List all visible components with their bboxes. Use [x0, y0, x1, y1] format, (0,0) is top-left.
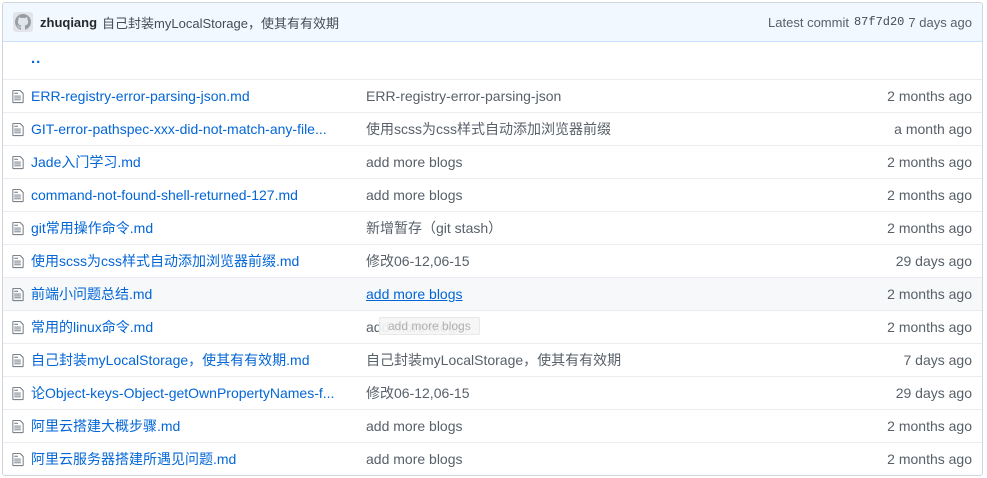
- file-age: a month ago: [894, 121, 972, 137]
- file-row: 阿里云服务器搭建所遇见问题.md add more blogs 2 months a…: [3, 442, 982, 475]
- file-text-icon: [12, 254, 24, 269]
- file-row: 自己封装myLocalStorage，使其有有效期.md 自己封装myLocalS…: [3, 343, 982, 376]
- file-row: 常用的linux命令.md add more blogs 2 months ago a…: [3, 310, 982, 343]
- commit-message-link[interactable]: 使用scss为css样式自动添加浏览器前缀: [366, 121, 611, 137]
- commit-message-link[interactable]: 修改06-12,06-15: [366, 385, 470, 401]
- file-commit-message: 新增暂存（git stash）: [366, 218, 786, 238]
- file-commit-message: add more blogs: [366, 418, 786, 434]
- file-commit-message: add more blogs: [366, 451, 786, 467]
- file-row: ERR-registry-error-parsing-json.md ERR-re…: [3, 79, 982, 112]
- commit-message-link[interactable]: add more blogs: [366, 319, 463, 335]
- file-text-icon: [12, 353, 24, 368]
- commit-message-link[interactable]: add more blogs: [366, 154, 463, 170]
- file-text-icon: [12, 452, 24, 467]
- file-commit-message: add more blogs: [366, 154, 786, 170]
- file-age: 2 months ago: [887, 286, 972, 302]
- file-row: 使用scss为css样式自动添加浏览器前缀.md 修改06-12,06-15 29 …: [3, 244, 982, 277]
- github-avatar-icon: [15, 14, 31, 30]
- file-text-icon: [12, 89, 24, 104]
- file-age: 2 months ago: [887, 319, 972, 335]
- file-commit-message: add more blogs: [366, 187, 786, 203]
- file-text-icon: [12, 155, 24, 170]
- file-age: 7 days ago: [903, 352, 973, 368]
- file-row: Jade入门学习.md add more blogs 2 months ago: [3, 145, 982, 178]
- file-name-link[interactable]: git常用操作命令.md: [31, 218, 353, 238]
- commit-age: 7 days ago: [908, 14, 972, 30]
- file-name-link[interactable]: ERR-registry-error-parsing-json.md: [31, 88, 353, 104]
- file-commit-message: add more blogs: [366, 319, 786, 335]
- file-age: 2 months ago: [887, 154, 972, 170]
- file-row: command-not-found-shell-returned-127.md a…: [3, 178, 982, 211]
- file-commit-message: 修改06-12,06-15: [366, 383, 786, 403]
- commit-message-link[interactable]: 修改06-12,06-15: [366, 253, 470, 269]
- file-commit-message: 修改06-12,06-15: [366, 251, 786, 271]
- file-age: 2 months ago: [887, 220, 972, 236]
- commit-message-link[interactable]: add more blogs: [366, 187, 463, 203]
- file-age: 29 days ago: [895, 253, 972, 269]
- commit-author[interactable]: zhuqiang: [40, 15, 97, 30]
- file-list: ERR-registry-error-parsing-json.md ERR-re…: [3, 79, 982, 475]
- file-row: GIT-error-pathspec-xxx-did-not-match-any…: [3, 112, 982, 145]
- file-text-icon: [12, 221, 24, 236]
- commit-message-link[interactable]: add more blogs: [366, 418, 463, 434]
- commit-message[interactable]: 自己封装myLocalStorage，使其有有效期: [102, 13, 339, 32]
- commit-message-link[interactable]: 自己封装myLocalStorage，使其有有效期: [366, 352, 621, 368]
- commit-message-link[interactable]: ERR-registry-error-parsing-json: [366, 88, 561, 104]
- file-name-link[interactable]: 阿里云搭建大概步骤.md: [31, 416, 353, 436]
- file-age: 2 months ago: [887, 418, 972, 434]
- file-age: 2 months ago: [887, 187, 972, 203]
- file-age: 2 months ago: [887, 88, 972, 104]
- file-text-icon: [12, 122, 24, 137]
- commit-meta: Latest commit 87f7d20 7 days ago: [768, 15, 972, 30]
- parent-directory-row: ..: [3, 42, 982, 79]
- file-commit-message: 自己封装myLocalStorage，使其有有效期: [366, 350, 786, 370]
- file-text-icon: [12, 287, 24, 302]
- commit-message-link[interactable]: 新增暂存（git stash）: [366, 220, 502, 236]
- file-commit-message: ERR-registry-error-parsing-json: [366, 88, 786, 104]
- file-row: 前端小问题总结.md add more blogs 2 months ago: [3, 277, 982, 310]
- file-name-link[interactable]: 常用的linux命令.md: [31, 317, 353, 337]
- file-name-link[interactable]: 前端小问题总结.md: [31, 284, 353, 304]
- file-commit-message: add more blogs: [366, 286, 786, 302]
- commit-sha[interactable]: 87f7d20: [854, 15, 904, 29]
- file-name-link[interactable]: Jade入门学习.md: [31, 152, 353, 172]
- commit-message-link[interactable]: add more blogs: [366, 286, 463, 302]
- file-browser: zhuqiang 自己封装myLocalStorage，使其有有效期 Lates…: [2, 2, 983, 476]
- commit-message-link[interactable]: add more blogs: [366, 451, 463, 467]
- file-age: 2 months ago: [887, 451, 972, 467]
- file-row: 论Object-keys-Object-getOwnPropertyNames-…: [3, 376, 982, 409]
- file-name-link[interactable]: 自己封装myLocalStorage，使其有有效期.md: [31, 350, 353, 370]
- file-name-link[interactable]: 阿里云服务器搭建所遇见问题.md: [31, 449, 353, 469]
- file-name-link[interactable]: 使用scss为css样式自动添加浏览器前缀.md: [31, 251, 353, 271]
- parent-directory-link[interactable]: ..: [31, 50, 41, 67]
- file-text-icon: [12, 320, 24, 335]
- file-age: 29 days ago: [895, 385, 972, 401]
- latest-commit-bar: zhuqiang 自己封装myLocalStorage，使其有有效期 Lates…: [3, 3, 982, 42]
- file-name-link[interactable]: GIT-error-pathspec-xxx-did-not-match-any…: [31, 121, 353, 137]
- latest-commit-label: Latest commit: [768, 14, 849, 30]
- file-text-icon: [12, 386, 24, 401]
- file-text-icon: [12, 419, 24, 434]
- avatar[interactable]: [13, 12, 33, 32]
- file-commit-message: 使用scss为css样式自动添加浏览器前缀: [366, 119, 786, 139]
- file-name-link[interactable]: command-not-found-shell-returned-127.md: [31, 187, 353, 203]
- file-text-icon: [12, 188, 24, 203]
- file-row: git常用操作命令.md 新增暂存（git stash） 2 months ago: [3, 211, 982, 244]
- file-name-link[interactable]: 论Object-keys-Object-getOwnPropertyNames-…: [31, 383, 353, 403]
- file-row: 阿里云搭建大概步骤.md add more blogs 2 months ago: [3, 409, 982, 442]
